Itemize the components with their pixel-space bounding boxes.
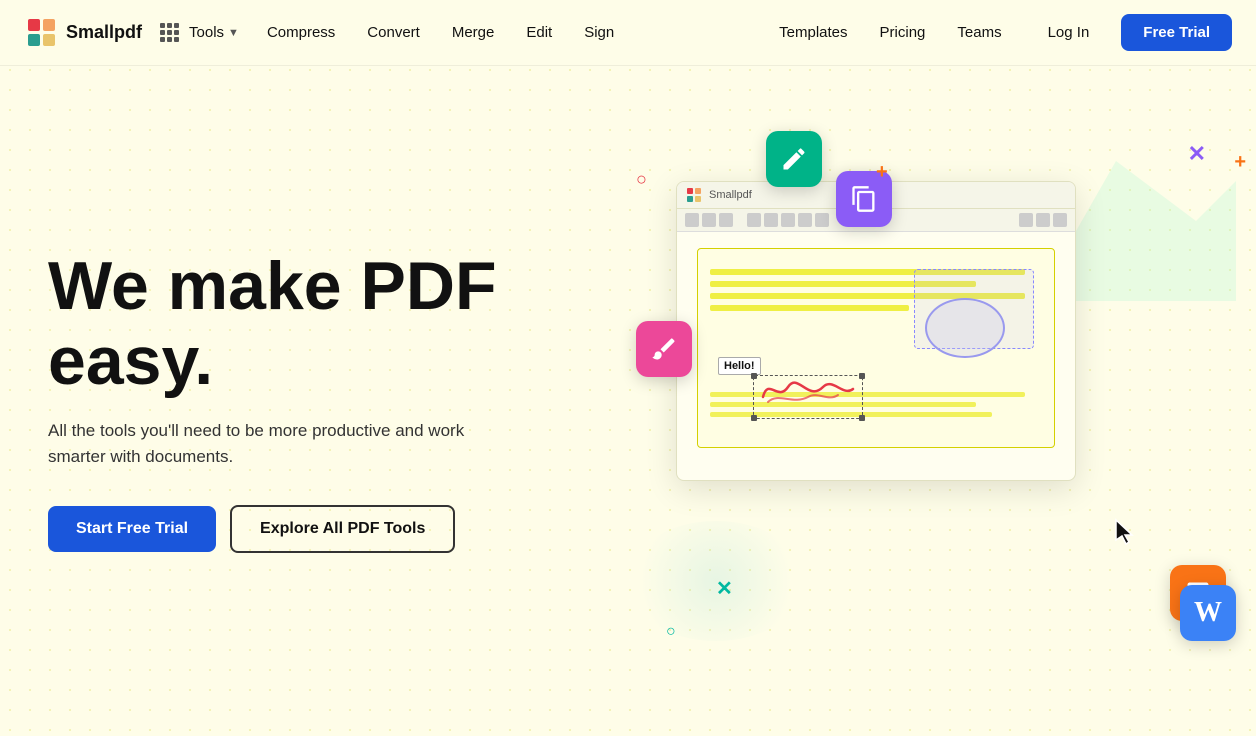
free-trial-button[interactable]: Free Trial xyxy=(1121,14,1232,51)
hero-text: We make PDF easy. All the tools you'll n… xyxy=(48,249,496,554)
pdf-selected-box xyxy=(914,269,1034,349)
toolbar-btn-4 xyxy=(747,213,761,227)
pdf-line-4 xyxy=(710,305,909,311)
toolbar-btn-2 xyxy=(702,213,716,227)
hero-subtitle: All the tools you'll need to be more pro… xyxy=(48,418,468,469)
cross-decoration-1: ✕ xyxy=(1188,141,1206,167)
circle-decoration-2: ○ xyxy=(666,623,676,641)
circle-decoration-1: ○ xyxy=(636,169,647,190)
toolbar-btn-3 xyxy=(719,213,733,227)
hero-section: We make PDF easy. All the tools you'll n… xyxy=(0,66,1256,736)
nav-links: Compress Convert Merge Edit Sign xyxy=(253,16,628,49)
nav-convert[interactable]: Convert xyxy=(353,16,434,49)
tools-dropdown[interactable]: Tools ▼ xyxy=(189,24,239,41)
hero-headline: We make PDF easy. xyxy=(48,249,496,399)
apps-grid-icon[interactable] xyxy=(160,23,179,42)
hero-buttons: Start Free Trial Explore All PDF Tools xyxy=(48,505,496,553)
brand-name: Smallpdf xyxy=(66,22,142,43)
cursor-icon xyxy=(1114,518,1136,551)
pdf-shape xyxy=(925,298,1005,358)
edit-floating-icon xyxy=(766,131,822,187)
word-floating-icon: W xyxy=(1180,585,1236,641)
toolbar-btn-7 xyxy=(798,213,812,227)
plus-decoration-2: + xyxy=(1234,151,1246,174)
nav-right-links: Templates Pricing Teams xyxy=(765,16,1015,49)
explore-tools-button[interactable]: Explore All PDF Tools xyxy=(230,505,455,553)
toolbar-btn-11 xyxy=(1053,213,1067,227)
nav-sign[interactable]: Sign xyxy=(570,16,628,49)
hero-illustration: Smallpdf xyxy=(616,121,1256,681)
toolbar-btn-5 xyxy=(764,213,778,227)
nav-edit[interactable]: Edit xyxy=(512,16,566,49)
toolbar-btn-8 xyxy=(815,213,829,227)
pdf-content: Hello! xyxy=(677,232,1075,472)
toolbar-btn-10 xyxy=(1036,213,1050,227)
start-free-trial-button[interactable]: Start Free Trial xyxy=(48,506,216,552)
nav-templates[interactable]: Templates xyxy=(765,16,861,49)
toolbar-btn-1 xyxy=(685,213,699,227)
cross-decoration-2: ✕ xyxy=(716,576,733,601)
nav-right: Templates Pricing Teams Log In Free Tria… xyxy=(765,14,1232,51)
logo-icon xyxy=(24,15,60,51)
plus-decoration-1: + xyxy=(876,161,888,184)
navbar: Smallpdf Tools ▼ Compress Convert Merge … xyxy=(0,0,1256,66)
nav-pricing[interactable]: Pricing xyxy=(866,16,940,49)
nav-merge[interactable]: Merge xyxy=(438,16,509,49)
toolbar-btn-6 xyxy=(781,213,795,227)
selection-handles xyxy=(753,375,863,419)
login-button[interactable]: Log In xyxy=(1032,16,1106,49)
toolbar-btn-9 xyxy=(1019,213,1033,227)
nav-teams[interactable]: Teams xyxy=(943,16,1015,49)
nav-compress[interactable]: Compress xyxy=(253,16,349,49)
tools-chevron-icon: ▼ xyxy=(228,27,239,39)
pen-floating-icon xyxy=(636,321,692,377)
pdf-logo-mini xyxy=(687,188,701,202)
pdf-editor-title: Smallpdf xyxy=(709,189,752,201)
